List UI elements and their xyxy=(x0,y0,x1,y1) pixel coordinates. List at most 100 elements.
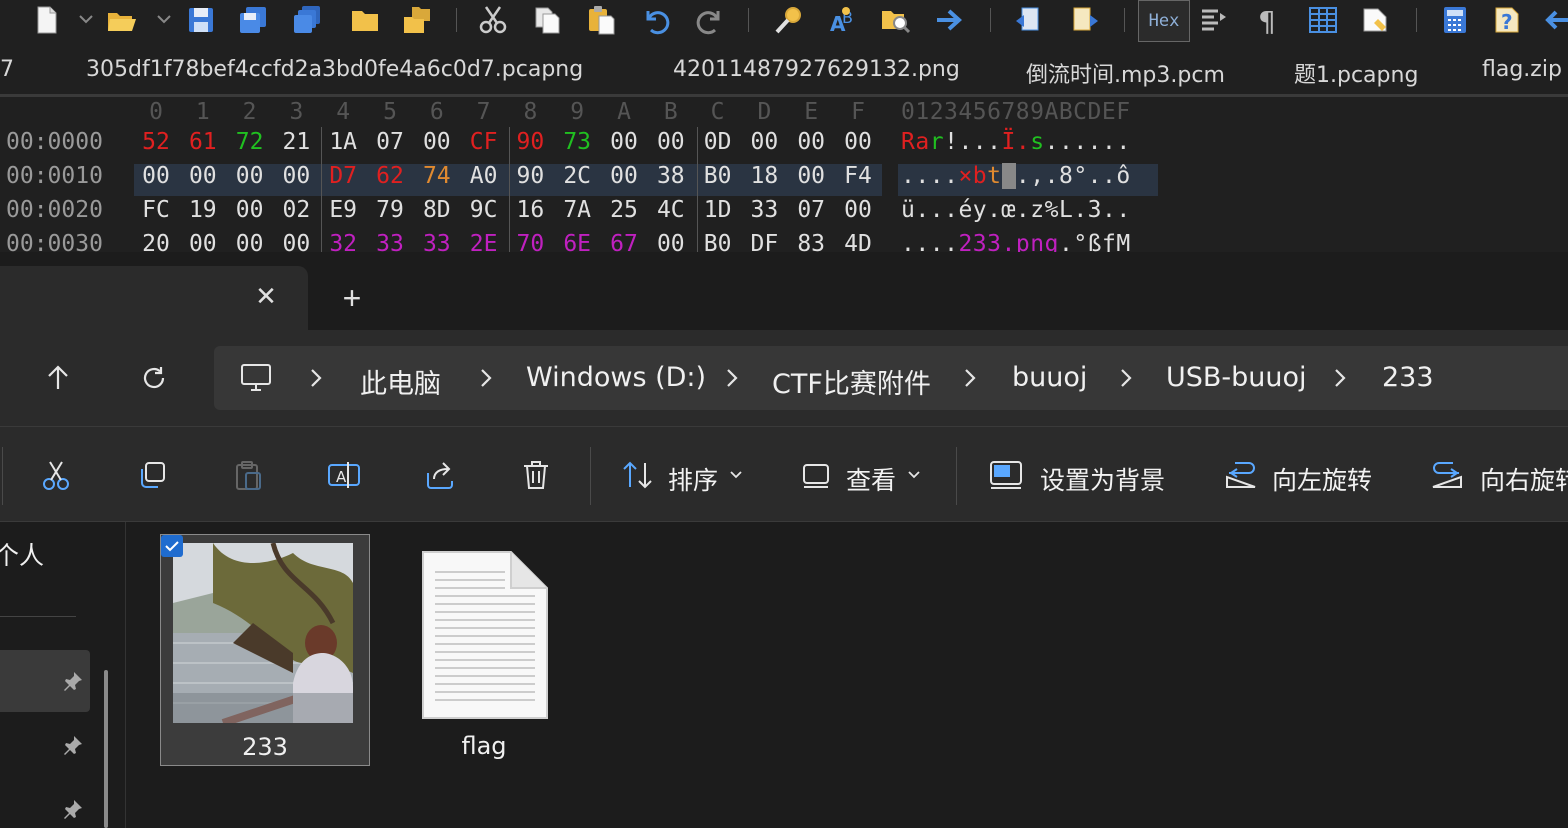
redo-icon[interactable] xyxy=(694,2,728,38)
pin-icon[interactable] xyxy=(62,670,84,692)
hex-byte[interactable]: 00 xyxy=(227,197,273,223)
chevron-right-icon[interactable] xyxy=(1330,364,1350,392)
columns-icon[interactable] xyxy=(1306,2,1340,38)
hex-byte[interactable]: 4C xyxy=(648,197,694,223)
hex-byte[interactable]: 90 xyxy=(507,129,553,155)
hex-byte[interactable]: 72 xyxy=(227,129,273,155)
hex-byte[interactable]: 73 xyxy=(554,129,600,155)
hex-byte[interactable]: 8D xyxy=(414,197,460,223)
hex-byte[interactable]: 38 xyxy=(648,163,694,189)
save-all-icon[interactable] xyxy=(236,2,270,38)
hex-byte[interactable]: 00 xyxy=(180,231,226,252)
hex-byte[interactable]: 1A xyxy=(320,129,366,155)
hex-byte[interactable]: 79 xyxy=(367,197,413,223)
ascii-text[interactable]: ....×bt .,.8°..ô xyxy=(901,163,1131,189)
hex-byte[interactable]: D7 xyxy=(320,163,366,189)
chevron-right-icon[interactable] xyxy=(960,364,980,392)
hex-byte[interactable]: B0 xyxy=(695,231,741,252)
hex-byte[interactable]: 7A xyxy=(554,197,600,223)
breadcrumb-item[interactable]: Windows (D:) xyxy=(526,362,706,393)
chevron-right-icon[interactable] xyxy=(476,364,496,392)
hex-byte[interactable]: B0 xyxy=(695,163,741,189)
hex-byte[interactable]: 00 xyxy=(273,163,319,189)
file-tab[interactable]: 7 xyxy=(0,57,14,82)
hex-byte[interactable]: 52 xyxy=(133,129,179,155)
hex-mode-button[interactable]: Hex xyxy=(1138,0,1190,42)
paste-icon[interactable] xyxy=(230,457,266,493)
find-icon[interactable] xyxy=(772,2,806,38)
hex-byte[interactable]: 02 xyxy=(273,197,319,223)
file-tab[interactable]: 倒流时间.mp3.pcm xyxy=(1026,57,1225,89)
view-icon[interactable] xyxy=(798,457,834,493)
address-bar[interactable]: 此电脑 Windows (D:) CTF比赛附件 buuoj USB-buuoj… xyxy=(214,346,1568,410)
hex-byte[interactable]: 00 xyxy=(648,231,694,252)
sort-button[interactable]: 排序 xyxy=(668,461,718,497)
hex-byte[interactable]: 00 xyxy=(835,129,881,155)
calculator-icon[interactable] xyxy=(1438,2,1472,38)
file-tab[interactable]: 42011487927629132.png xyxy=(673,57,960,82)
hex-grid[interactable]: 0 1 2 3 4 5 6 7 8 9 A B C D E F 0123456789ABCDEF 00:0000 5… xyxy=(0,97,1568,252)
hex-byte[interactable]: 20 xyxy=(133,231,179,252)
hex-byte[interactable]: A0 xyxy=(461,163,507,189)
chevron-right-icon[interactable] xyxy=(722,364,742,392)
hex-byte[interactable]: 16 xyxy=(507,197,553,223)
ascii-text[interactable]: Rar!...Ï.s...... xyxy=(901,129,1131,155)
close-tab-button[interactable]: ✕ xyxy=(252,282,280,310)
hex-byte[interactable]: 18 xyxy=(741,163,787,189)
hex-byte[interactable]: DF xyxy=(741,231,787,252)
help-icon[interactable]: ? xyxy=(1490,2,1524,38)
next-block-icon[interactable] xyxy=(1068,2,1102,38)
hex-byte[interactable]: 00 xyxy=(414,129,460,155)
breadcrumb-item[interactable]: 此电脑 xyxy=(360,362,441,401)
hex-byte[interactable]: 9C xyxy=(461,197,507,223)
hex-byte[interactable]: 19 xyxy=(180,197,226,223)
save-copy-icon[interactable] xyxy=(290,2,324,38)
hex-byte[interactable]: 74 xyxy=(414,163,460,189)
breadcrumb-item[interactable]: USB-buuoj xyxy=(1166,362,1307,393)
file-item-document[interactable]: flag xyxy=(379,534,589,766)
paste-icon[interactable] xyxy=(584,2,618,38)
hex-byte[interactable]: 2E xyxy=(461,231,507,252)
folder-multi-icon[interactable] xyxy=(400,2,434,38)
delete-icon[interactable] xyxy=(518,457,554,493)
goto-icon[interactable] xyxy=(932,2,966,38)
rotate-right-button[interactable]: 向右旋转 xyxy=(1480,461,1568,497)
compare-icon[interactable] xyxy=(1198,2,1232,38)
set-background-button[interactable]: 设置为背景 xyxy=(1040,461,1165,497)
undo-icon[interactable] xyxy=(638,2,672,38)
pin-icon[interactable] xyxy=(62,734,84,756)
hex-byte[interactable]: 61 xyxy=(180,129,226,155)
sort-icon[interactable] xyxy=(620,457,656,493)
breadcrumb-item[interactable]: buuoj xyxy=(1012,362,1087,393)
cut-icon[interactable] xyxy=(38,457,74,493)
hex-byte[interactable]: 00 xyxy=(133,163,179,189)
find-in-files-icon[interactable] xyxy=(878,2,912,38)
hex-byte[interactable]: 1D xyxy=(695,197,741,223)
ascii-text[interactable]: ü...éy.œ.z%L.3.. xyxy=(901,197,1131,223)
replace-icon[interactable]: AB xyxy=(826,2,860,38)
hex-byte[interactable]: 00 xyxy=(273,231,319,252)
new-file-icon[interactable] xyxy=(30,2,64,38)
open-folder-icon[interactable] xyxy=(104,2,138,38)
hex-byte[interactable]: 07 xyxy=(367,129,413,155)
chevron-down-icon[interactable] xyxy=(906,469,922,481)
hex-byte[interactable]: 00 xyxy=(788,129,834,155)
edit-highlight-icon[interactable] xyxy=(1358,2,1392,38)
set-background-icon[interactable] xyxy=(988,457,1024,493)
chevron-right-icon[interactable] xyxy=(306,364,326,392)
copy-icon[interactable] xyxy=(530,2,564,38)
sidebar-item-pinned[interactable] xyxy=(0,650,90,712)
hex-byte[interactable]: 33 xyxy=(367,231,413,252)
hex-byte[interactable]: 00 xyxy=(180,163,226,189)
sidebar-item-pinned[interactable] xyxy=(0,714,90,776)
chevron-right-icon[interactable] xyxy=(1116,364,1136,392)
rename-icon[interactable]: A xyxy=(326,457,362,493)
hex-byte[interactable]: 00 xyxy=(835,197,881,223)
hex-byte[interactable]: 33 xyxy=(414,231,460,252)
share-icon[interactable] xyxy=(422,457,458,493)
hex-byte[interactable]: 07 xyxy=(788,197,834,223)
hex-byte[interactable]: CF xyxy=(461,129,507,155)
hex-byte[interactable]: 4D xyxy=(835,231,881,252)
hex-byte[interactable]: 62 xyxy=(367,163,413,189)
view-button[interactable]: 查看 xyxy=(846,461,896,497)
